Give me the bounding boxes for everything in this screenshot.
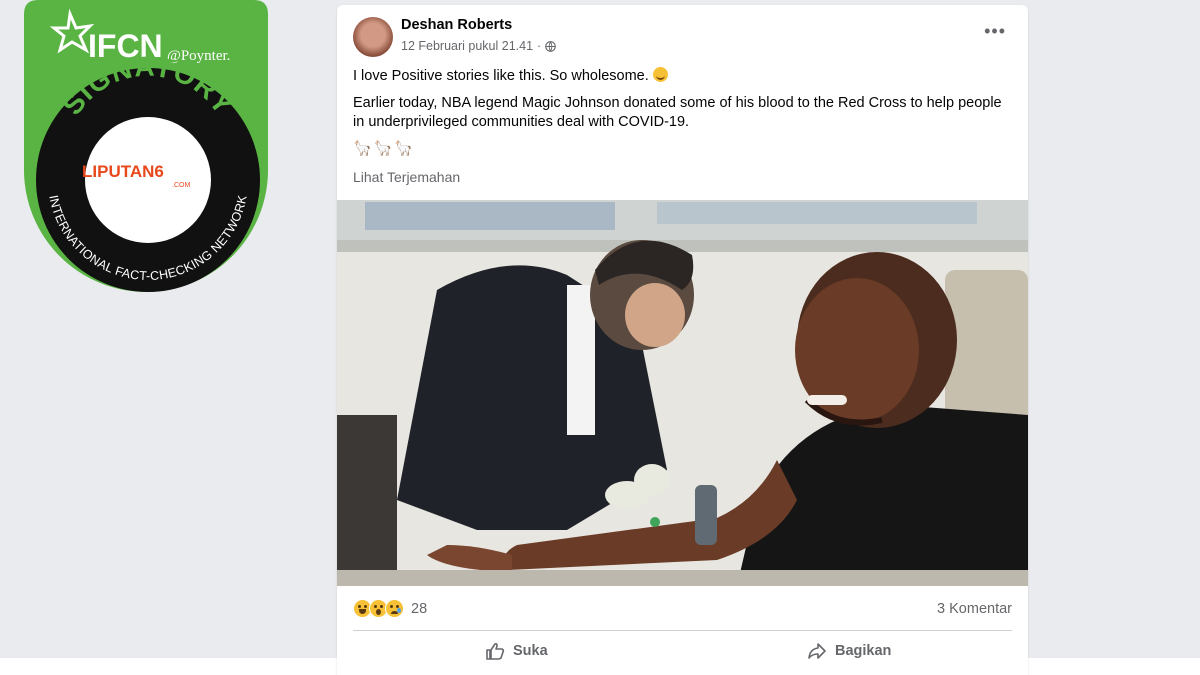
comments-count[interactable]: 3 Komentar bbox=[937, 601, 1012, 617]
poynter-text: @Poynter. bbox=[167, 48, 230, 64]
facebook-post-card: Deshan Roberts 12 Februari pukul 21.41 ·… bbox=[337, 5, 1028, 675]
like-label: Suka bbox=[513, 643, 548, 659]
post-text-first: I love Positive stories like this. So wh… bbox=[353, 68, 649, 84]
share-label: Bagikan bbox=[835, 643, 892, 659]
like-button[interactable]: Suka bbox=[485, 642, 548, 660]
reactions-summary[interactable]: 28 bbox=[353, 599, 427, 618]
liputan6-logo-sub: .COM bbox=[172, 182, 190, 189]
post-author[interactable]: Deshan Roberts bbox=[401, 17, 512, 33]
post-text-line1: I love Positive stories like this. So wh… bbox=[353, 67, 668, 84]
post-timestamp[interactable]: 12 Februari pukul 21.41 bbox=[401, 39, 533, 53]
more-options-icon[interactable]: ••• bbox=[984, 22, 1006, 40]
llama-emoji-row: 🦙🦙🦙 bbox=[353, 140, 416, 157]
reaction-count[interactable]: 28 bbox=[411, 601, 427, 617]
avatar[interactable] bbox=[353, 17, 393, 57]
smile-emoji-icon bbox=[652, 67, 668, 82]
ifcn-signatory-badge: IFCN @Poynter. SIGNATORY INTERNATIONAL F… bbox=[24, 0, 268, 292]
actions-divider bbox=[353, 630, 1012, 631]
globe-icon bbox=[545, 40, 557, 52]
liputan6-logo: LIPUTAN6 bbox=[82, 162, 164, 181]
share-icon bbox=[808, 643, 826, 659]
post-meta: 12 Februari pukul 21.41 · bbox=[401, 39, 557, 53]
sad-reaction-icon bbox=[385, 599, 404, 618]
thumbs-up-icon bbox=[486, 642, 505, 660]
share-button[interactable]: Bagikan bbox=[807, 642, 891, 660]
see-translation-link[interactable]: Lihat Terjemahan bbox=[353, 169, 460, 185]
post-text-body: Earlier today, NBA legend Magic Johnson … bbox=[353, 95, 1002, 130]
post-photo[interactable] bbox=[337, 200, 1028, 586]
